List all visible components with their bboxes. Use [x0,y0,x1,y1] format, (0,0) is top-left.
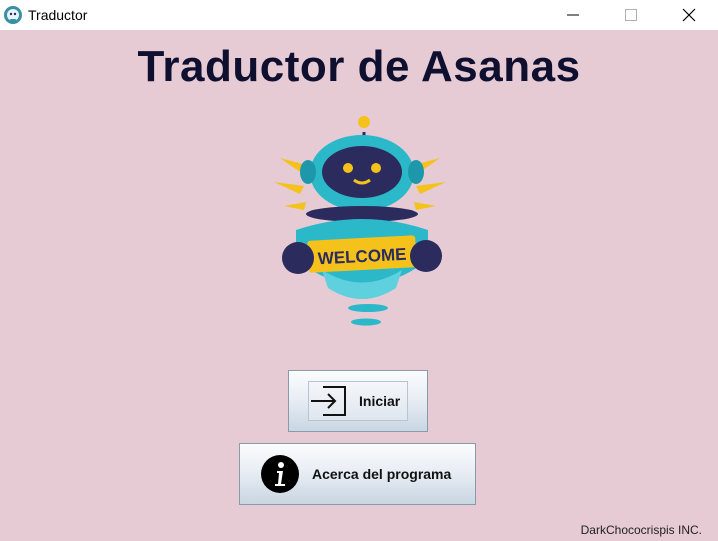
start-button-label: Iniciar [359,393,401,409]
minimize-icon [567,14,579,16]
maximize-button[interactable] [602,0,660,30]
window-titlebar[interactable]: Traductor [0,0,718,30]
close-icon [682,8,696,22]
close-button[interactable] [660,0,718,30]
app-icon [4,6,22,24]
minimize-button[interactable] [544,0,602,30]
window-title: Traductor [28,7,88,23]
about-button-label: Acerca del programa [312,466,452,482]
about-button[interactable]: Acerca del programa [239,443,476,505]
maximize-icon [625,9,637,21]
info-icon [261,455,299,493]
page-title: Traductor de Asanas [137,42,581,91]
main-panel: Traductor de Asanas WELCOME Iniciar Acer… [0,30,718,541]
login-icon [311,386,346,416]
window-controls [544,0,718,30]
welcome-robot-image: WELCOME [274,116,446,326]
start-button[interactable]: Iniciar [288,370,428,432]
start-button-face: Iniciar [308,381,408,421]
footer-credit: DarkChococrispis INC. [580,523,702,537]
